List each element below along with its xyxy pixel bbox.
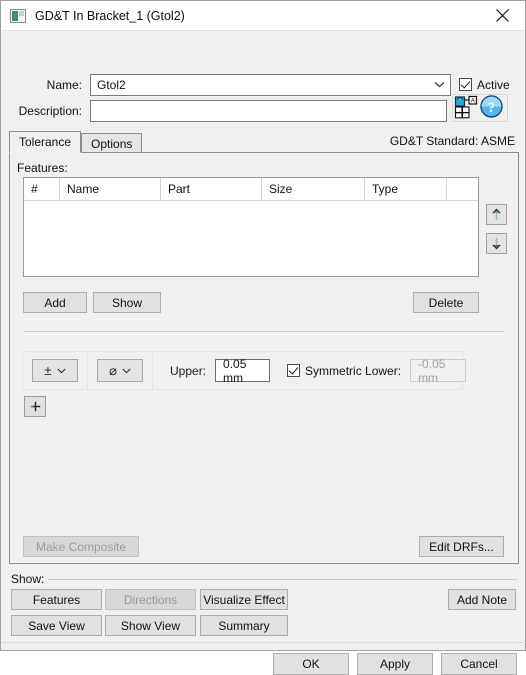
move-down-button[interactable] [486,233,507,254]
window-title: GD&T In Bracket_1 (Gtol2) [35,8,185,23]
add-note-button[interactable]: Add Note [448,589,516,610]
ok-button[interactable]: OK [273,653,349,675]
add-tolerance-row-button[interactable] [24,396,46,417]
column-header-index[interactable]: # [24,178,60,200]
symmetric-lower-checkbox[interactable]: Symmetric Lower: [287,364,401,378]
upper-label: Upper: [170,363,207,378]
make-composite-button[interactable]: Make Composite [23,536,139,557]
tolerance-type-dropdown[interactable]: ± [32,359,78,382]
summary-button[interactable]: Summary [200,615,288,636]
svg-text:A: A [471,98,475,104]
show-group-label: Show: [11,572,49,586]
gdt-dialog: GD&T In Bracket_1 (Gtol2) Name: Gtol2 Ac… [0,0,526,675]
description-tool-buttons: A ? [452,94,508,122]
tolerance-row: ± ⌀ Upper: 0.05 mm Symmetric Lower: -0.0… [22,351,467,390]
lower-value-input: -0.05 mm [410,357,467,385]
visualize-effect-button[interactable]: Visualize Effect [200,589,288,610]
diameter-icon: ⌀ [109,362,117,378]
tolerance-values-cell: Upper: 0.05 mm Symmetric Lower: -0.05 mm [153,351,475,390]
symmetric-lower-label: Symmetric Lower: [305,363,402,378]
chevron-down-icon[interactable] [428,81,450,88]
name-value: Gtol2 [97,77,126,92]
column-header-size[interactable]: Size [262,178,365,200]
column-header-part[interactable]: Part [161,178,262,200]
active-label: Active [477,77,510,92]
close-icon[interactable] [480,1,525,30]
move-up-button[interactable] [486,204,507,225]
symmetric-lower-checkbox-box [287,364,301,377]
description-input[interactable] [90,99,447,122]
delete-feature-button[interactable]: Delete [413,292,479,313]
features-table-body[interactable] [24,201,478,276]
tab-tolerance[interactable]: Tolerance [9,131,82,153]
chevron-down-icon [122,368,131,373]
dialog-body: Name: Gtol2 Active Description: A ? Tole… [1,31,526,675]
apply-button[interactable]: Apply [357,653,433,675]
name-label: Name: [46,77,82,92]
gdt-standard-label: GD&T Standard: ASME [389,134,515,148]
show-view-button[interactable]: Show View [105,615,196,636]
svg-text:?: ? [488,101,495,116]
chevron-down-icon [56,368,66,373]
description-row: Description: [1,99,526,122]
diameter-modifier-dropdown[interactable]: ⌀ [97,359,143,382]
features-table[interactable]: # Name Part Size Type [23,177,479,277]
footer-divider [1,642,526,643]
active-checkbox-box [459,78,472,91]
show-group-divider [47,579,517,580]
show-features-button[interactable]: Features [11,589,102,610]
features-label: Features: [17,161,68,175]
column-header-type[interactable]: Type [365,178,447,200]
edit-drfs-button[interactable]: Edit DRFs... [419,536,504,557]
column-header-name[interactable]: Name [60,178,161,200]
upper-value-input[interactable]: 0.05 mm [215,357,271,385]
name-combobox[interactable]: Gtol2 [90,73,451,96]
title-bar: GD&T In Bracket_1 (Gtol2) [1,1,525,30]
show-feature-button[interactable]: Show [93,292,161,313]
tab-tolerance-label: Tolerance [19,135,72,149]
tab-options-label: Options [91,137,133,151]
cancel-button[interactable]: Cancel [441,653,517,675]
plus-minus-icon: ± [44,363,52,378]
tolerance-symbol-cell: ± [23,351,88,390]
gdt-window-icon [10,8,26,23]
help-icon[interactable]: ? [479,94,504,122]
tab-options[interactable]: Options [81,133,143,154]
features-table-header: # Name Part Size Type [24,178,478,201]
description-label: Description: [18,103,82,118]
modifier-symbol-cell: ⌀ [88,351,153,390]
feature-reorder-buttons [486,204,507,254]
add-feature-button[interactable]: Add [23,292,87,313]
name-row: Name: Gtol2 Active [1,73,526,96]
show-directions-button[interactable]: Directions [105,589,196,610]
save-view-button[interactable]: Save View [11,615,102,636]
insert-symbol-icon[interactable]: A [454,95,478,122]
active-checkbox[interactable]: Active [459,78,510,92]
section-divider [23,331,504,332]
column-header-extra[interactable] [447,178,478,200]
